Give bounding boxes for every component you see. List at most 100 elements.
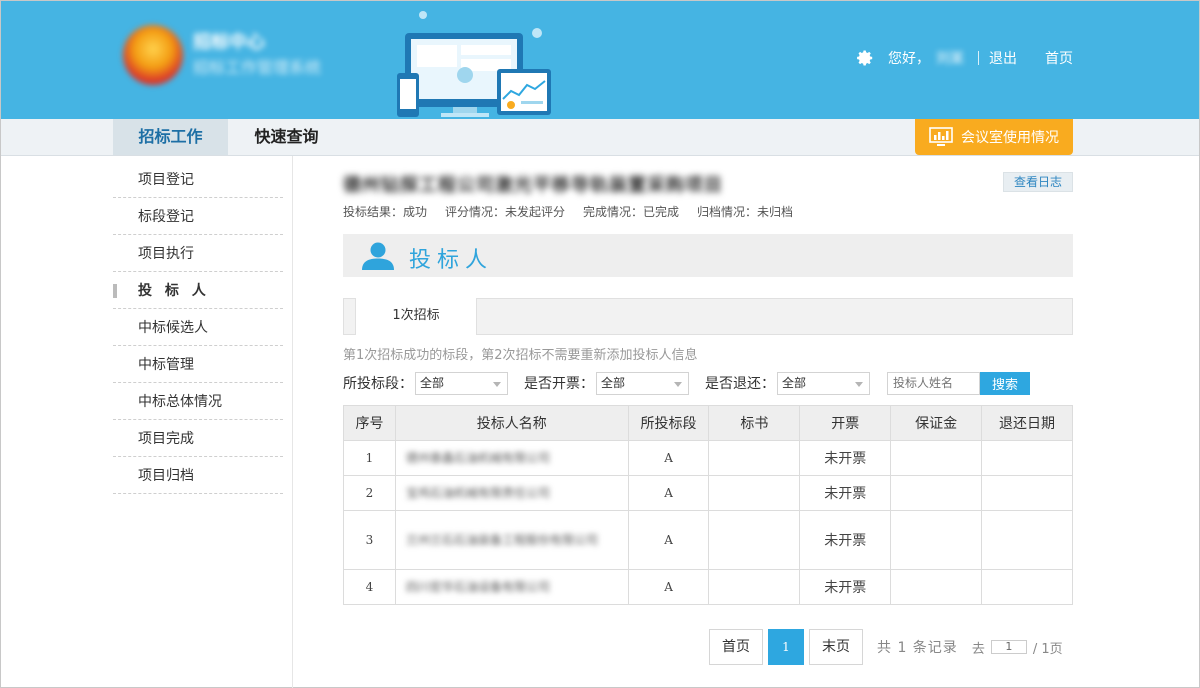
nav-tab-bidding-work[interactable]: 招标工作 [113,119,228,155]
sidebar-item-bidders[interactable]: 投 标 人 [113,272,283,309]
table-header-row: 序号 投标人名称 所投标段 标书 开票 保证金 退还日期 [343,405,1073,441]
row-segment: A [627,569,710,605]
app-header: 招标中心 招标工作管理系统 您好， 刘某 退出 首页 [1,1,1199,119]
row-bidder-name[interactable]: 宝鸡石油机械有限责任公司 [394,475,629,511]
view-log-button[interactable]: 查看日志 [1003,172,1073,192]
row-seq: 1 [343,440,396,476]
row-bidder-name[interactable]: 四川宏华石油设备有限公司 [394,569,629,605]
invoice-select[interactable]: 全部 [596,371,689,395]
row-bid-doc [708,475,801,511]
row-bidder-name[interactable]: 德州泰鑫石油机械有限公司 [394,440,629,476]
chevron-down-icon [855,381,863,387]
score-status: 评分情况：未发起评分 [445,205,566,219]
last-page-button[interactable]: 末页 [809,629,863,665]
invoice-select-value: 全部 [601,375,626,390]
chevron-down-icon [674,381,682,387]
sidebar-item-award-management[interactable]: 中标管理 [113,346,283,383]
go-to-label: 去 [971,641,985,657]
logout-link[interactable]: 退出 [989,48,1017,68]
row-segment: A [627,510,710,570]
row-invoice: 未开票 [799,440,892,476]
column-header-segment: 所投标段 [627,405,710,441]
refund-filter-label: 是否退还： [705,376,775,392]
invoice-filter-label: 是否开票： [524,376,594,392]
row-bid-doc [708,569,801,605]
sidebar-item-segment-register[interactable]: 标段登记 [113,198,283,235]
table-row[interactable]: 3 兰州兰石石油装备工程股份有限公司 A 未开票 [343,510,1073,570]
row-refund-date [981,475,1073,511]
chevron-down-icon [493,381,501,387]
row-deposit [890,440,983,476]
info-note: 第1次招标成功的标段，第2次招标不需要重新添加投标人信息 [343,348,698,363]
sidebar-item-project-complete[interactable]: 项目完成 [113,420,283,457]
sidebar-item-candidates[interactable]: 中标候选人 [113,309,283,346]
row-invoice: 未开票 [799,475,892,511]
total-pages: / 1页 [1032,641,1063,657]
sidebar-divider [292,156,293,688]
column-header-invoice: 开票 [799,405,892,441]
row-refund-date [981,569,1073,605]
row-segment: A [627,475,710,511]
refund-select[interactable]: 全部 [777,371,870,395]
brand-line2: 招标工作管理系统 [193,58,322,77]
row-deposit [890,475,983,511]
sidebar-item-project-execution[interactable]: 项目执行 [113,235,283,272]
page-number-input[interactable]: 1 [990,640,1027,654]
column-header-deposit: 保证金 [890,405,983,441]
table-row[interactable]: 1 德州泰鑫石油机械有限公司 A 未开票 [343,440,1073,476]
row-refund-date [981,440,1073,476]
brand-text: 招标中心 招标工作管理系统 [193,31,321,81]
home-link[interactable]: 首页 [1045,48,1073,68]
bidders-table: 序号 投标人名称 所投标段 标书 开票 保证金 退还日期 1 德州泰鑫石油机械有… [343,405,1073,605]
search-button[interactable]: 搜索 [980,371,1030,395]
row-refund-date [981,510,1073,570]
row-bid-doc [708,440,801,476]
project-title: 德州钻探工程公司激光平移导轨装置采购项目 [343,175,723,196]
devices-illustration [397,11,551,117]
greeting-text: 您好， [888,51,930,67]
total-records: 共 1 条记录 [877,640,958,656]
refund-select-value: 全部 [782,375,807,390]
meeting-room-label: 会议室使用情况 [961,130,1059,146]
column-header-bid-doc: 标书 [708,405,801,441]
row-seq: 4 [343,569,396,605]
first-page-button[interactable]: 首页 [709,629,763,665]
sidebar-item-project-register[interactable]: 项目登记 [113,161,283,198]
bid-round-tabs: 1次招标 [343,298,1073,335]
row-seq: 3 [343,510,396,570]
chart-monitor-icon [929,127,953,146]
meeting-room-button[interactable]: 会议室使用情况 [915,119,1073,155]
divider [978,51,979,65]
table-row[interactable]: 4 四川宏华石油设备有限公司 A 未开票 [343,569,1073,605]
bidder-name-input[interactable] [887,371,980,395]
section-header: 投标人 [343,234,1073,277]
pagination: 首页 1 末页 共 1 条记录 去 1 / 1页 [709,629,1063,665]
column-header-seq: 序号 [343,405,396,441]
row-deposit [890,510,983,570]
archive-status: 归档情况：未归档 [697,205,794,219]
section-title: 投标人 [409,248,494,273]
brand-line1: 招标中心 [193,32,265,53]
segment-filter-label: 所投标段： [343,376,413,392]
column-header-refund-date: 退还日期 [981,405,1073,441]
segment-select[interactable]: 全部 [415,371,508,395]
sidebar-item-award-overview[interactable]: 中标总体情况 [113,383,283,420]
current-page-button[interactable]: 1 [768,629,804,665]
sidebar-item-project-archive[interactable]: 项目归档 [113,457,283,494]
complete-status: 完成情况：已完成 [583,205,680,219]
row-bidder-name[interactable]: 兰州兰石石油装备工程股份有限公司 [394,510,629,570]
project-status-row: 投标结果：成功 评分情况：未发起评分 完成情况：已完成 归档情况：未归档 [343,203,811,220]
column-header-bidder-name: 投标人名称 [394,405,629,441]
bid-result-status: 投标结果：成功 [343,205,428,219]
row-invoice: 未开票 [799,510,892,570]
user-area: 您好， 刘某 退出 首页 [856,47,1073,69]
sidebar: 项目登记 标段登记 项目执行 投 标 人 中标候选人 中标管理 中标总体情况 项… [113,161,283,494]
company-logo [123,25,183,85]
person-icon [362,242,394,270]
segment-select-value: 全部 [420,375,445,390]
gear-icon[interactable] [856,49,874,67]
table-row[interactable]: 2 宝鸡石油机械有限责任公司 A 未开票 [343,475,1073,511]
tab-first-bid[interactable]: 1次招标 [355,298,477,335]
nav-tab-quick-query[interactable]: 快速查询 [229,119,344,155]
user-name: 刘某 [936,51,964,67]
